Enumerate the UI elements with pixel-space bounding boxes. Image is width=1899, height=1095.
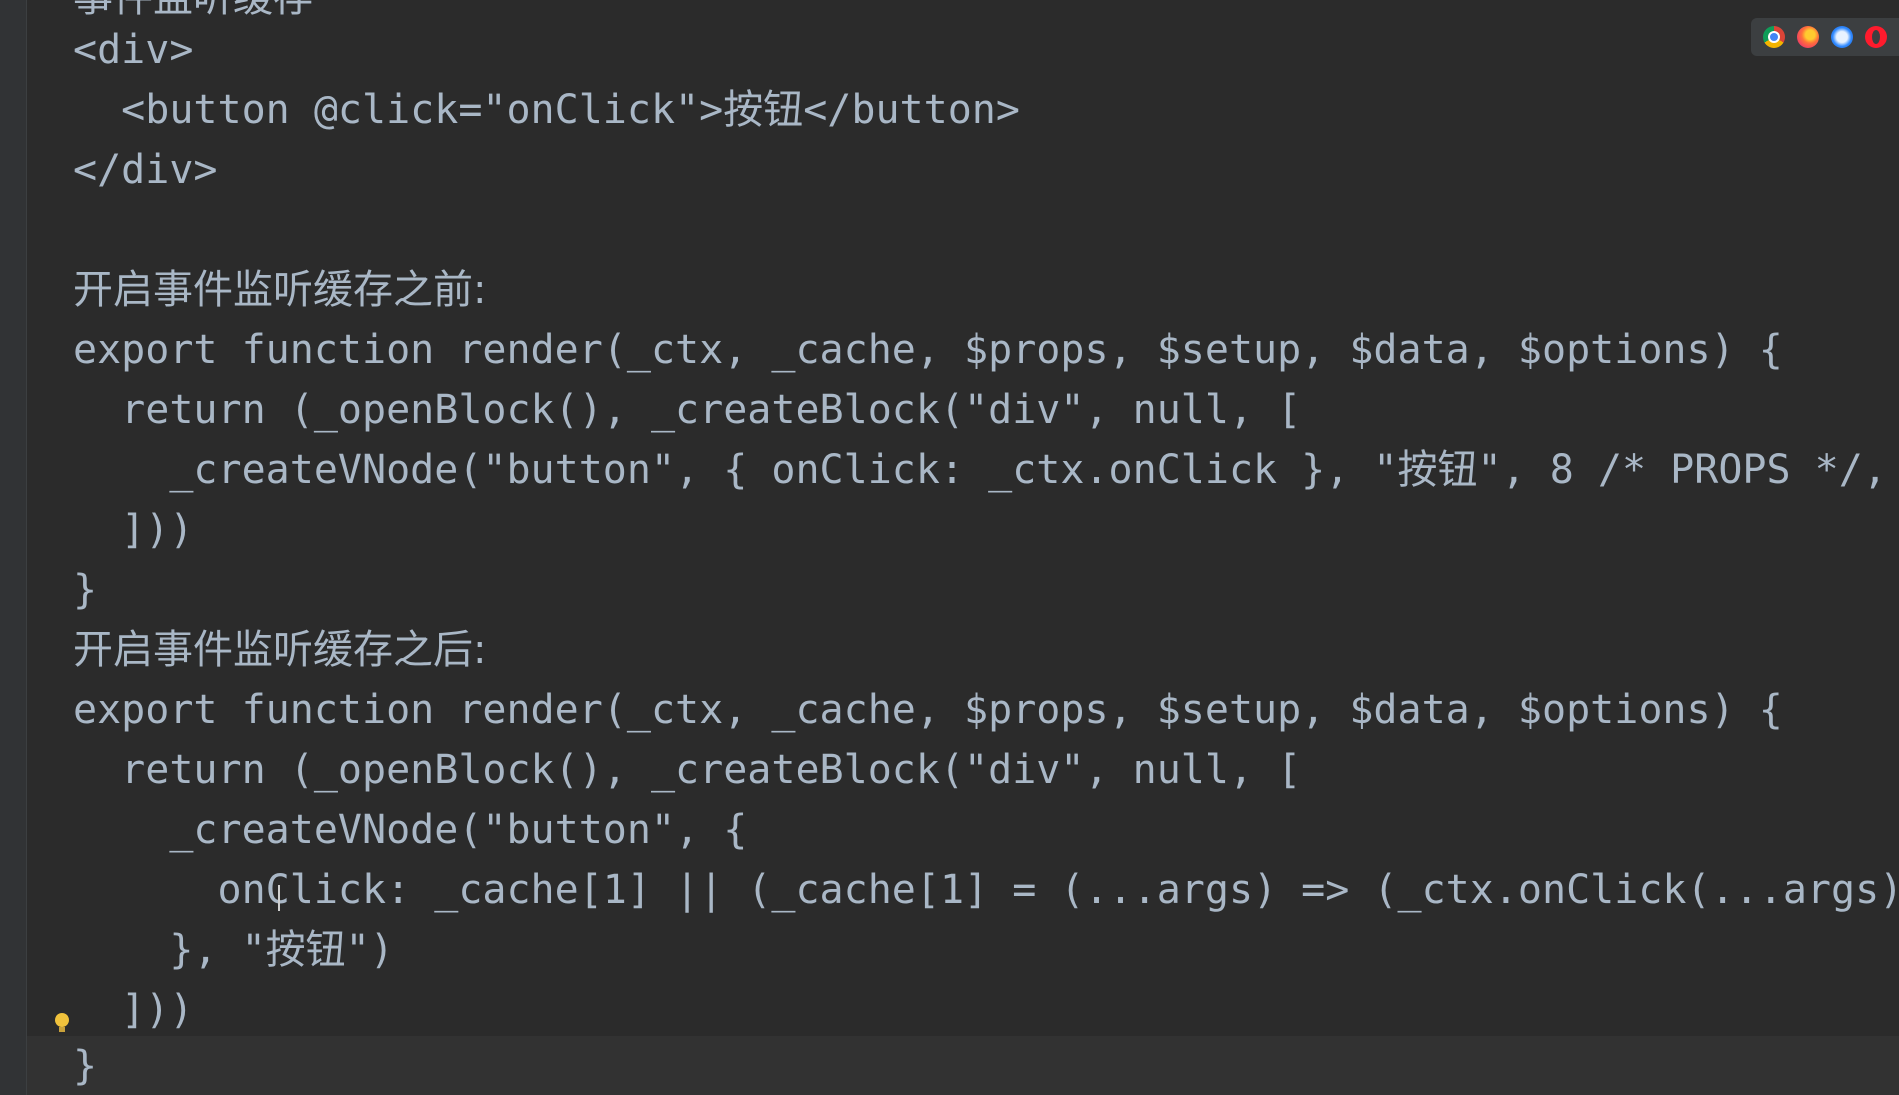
editor-gutter bbox=[0, 0, 27, 1095]
code-line-heading-after: 开启事件监听缓存之后: bbox=[73, 627, 487, 673]
text-cursor bbox=[278, 885, 280, 911]
code-line: return (_openBlock(), _createBlock("div"… bbox=[73, 387, 1302, 433]
lightbulb-icon[interactable] bbox=[55, 1013, 69, 1037]
code-line: _createVNode("button", { bbox=[73, 807, 748, 853]
code-line: <button @click="onClick">按钮</button> bbox=[73, 87, 1020, 133]
firefox-icon[interactable] bbox=[1797, 26, 1819, 48]
code-line: _createVNode("button", { onClick: _ctx.o… bbox=[169, 447, 1887, 493]
code-line-active: } bbox=[27, 1036, 1899, 1095]
chrome-icon[interactable] bbox=[1763, 26, 1785, 48]
code-line: ])) bbox=[73, 987, 194, 1033]
browser-preview-bar bbox=[1751, 18, 1899, 56]
code-editor[interactable]: 事件监听缓存 <div> <button @click="onClick">按钮… bbox=[27, 0, 1899, 1095]
code-line: </div> bbox=[73, 147, 218, 193]
code-line: return (_openBlock(), _createBlock("div"… bbox=[73, 747, 1302, 793]
code-line: <div> bbox=[73, 27, 194, 73]
code-line: }, "按钮") bbox=[73, 927, 394, 973]
code-line-heading-before: 开启事件监听缓存之前: bbox=[73, 267, 487, 313]
code-line: export function render(_ctx, _cache, $pr… bbox=[73, 687, 1783, 733]
code-line: } bbox=[73, 567, 98, 613]
code-line: onClick: _cache[1] || (_cache[1] = (...a… bbox=[73, 867, 1899, 913]
code-line: export function render(_ctx, _cache, $pr… bbox=[73, 327, 1783, 373]
code-line: ])) bbox=[73, 507, 194, 553]
safari-icon[interactable] bbox=[1831, 26, 1853, 48]
opera-icon[interactable] bbox=[1865, 26, 1887, 48]
